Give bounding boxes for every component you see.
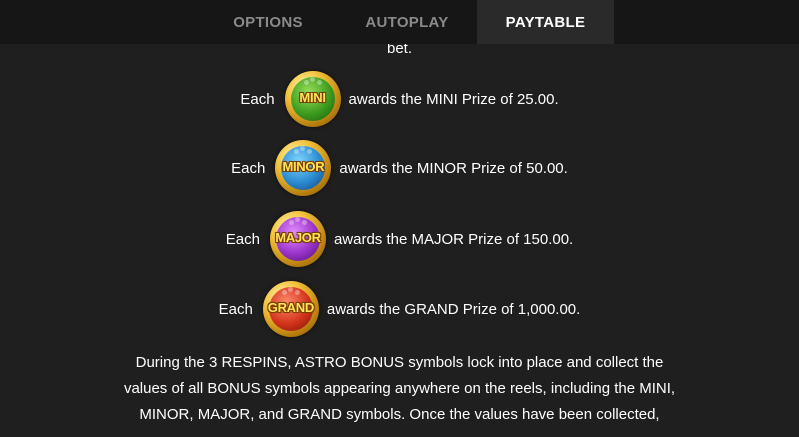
- grand-coin-label: GRAND: [267, 300, 314, 315]
- prize-row-minor: Each MINOR awards the MINOR Prize of 50.…: [0, 137, 799, 199]
- paragraph-line: values of all BONUS symbols appearing an…: [123, 380, 676, 397]
- paragraph-line: During the 3 RESPINS, ASTRO BONUS symbol…: [135, 354, 664, 371]
- major-prize-text: awards the MAJOR Prize of 150.00.: [333, 230, 574, 248]
- paragraph-line: MINOR, MAJOR, and GRAND symbols. Once th…: [139, 406, 660, 423]
- prize-row-grand: Each GRAND awards the GRAND Prize of 1,0…: [0, 278, 799, 340]
- major-coin-icon: MAJOR: [269, 211, 326, 267]
- tab-bar: OPTIONS AUTOPLAY PAYTABLE: [0, 0, 799, 44]
- prize-row-mini: Each MINI awards the MINI Prize of 25.00…: [0, 68, 799, 130]
- prize-row-major: Each MAJOR awards the MAJOR Prize of 150…: [0, 208, 799, 270]
- respins-description: During the 3 RESPINS, ASTRO BONUS symbol…: [100, 350, 699, 428]
- paytable-content[interactable]: bet. Each MINI awards the MINI Prize of …: [0, 44, 799, 437]
- tab-autoplay[interactable]: AUTOPLAY: [338, 0, 476, 44]
- each-label: Each: [231, 159, 266, 177]
- minor-coin-label: MINOR: [282, 159, 325, 174]
- grand-coin-icon: GRAND: [262, 281, 319, 337]
- major-coin-label: MAJOR: [275, 230, 321, 245]
- each-label: Each: [225, 230, 260, 248]
- tab-paytable[interactable]: PAYTABLE: [477, 0, 614, 44]
- tab-options[interactable]: OPTIONS: [199, 0, 337, 44]
- mini-coin-icon: MINI: [284, 71, 341, 127]
- minor-prize-text: awards the MINOR Prize of 50.00.: [339, 159, 568, 177]
- bet-text: bet.: [386, 44, 413, 57]
- mini-prize-text: awards the MINI Prize of 25.00.: [348, 90, 559, 108]
- each-label: Each: [218, 300, 253, 318]
- each-label: Each: [240, 90, 275, 108]
- mini-coin-label: MINI: [299, 90, 326, 105]
- minor-coin-icon: MINOR: [275, 140, 332, 196]
- grand-prize-text: awards the GRAND Prize of 1,000.00.: [326, 300, 581, 318]
